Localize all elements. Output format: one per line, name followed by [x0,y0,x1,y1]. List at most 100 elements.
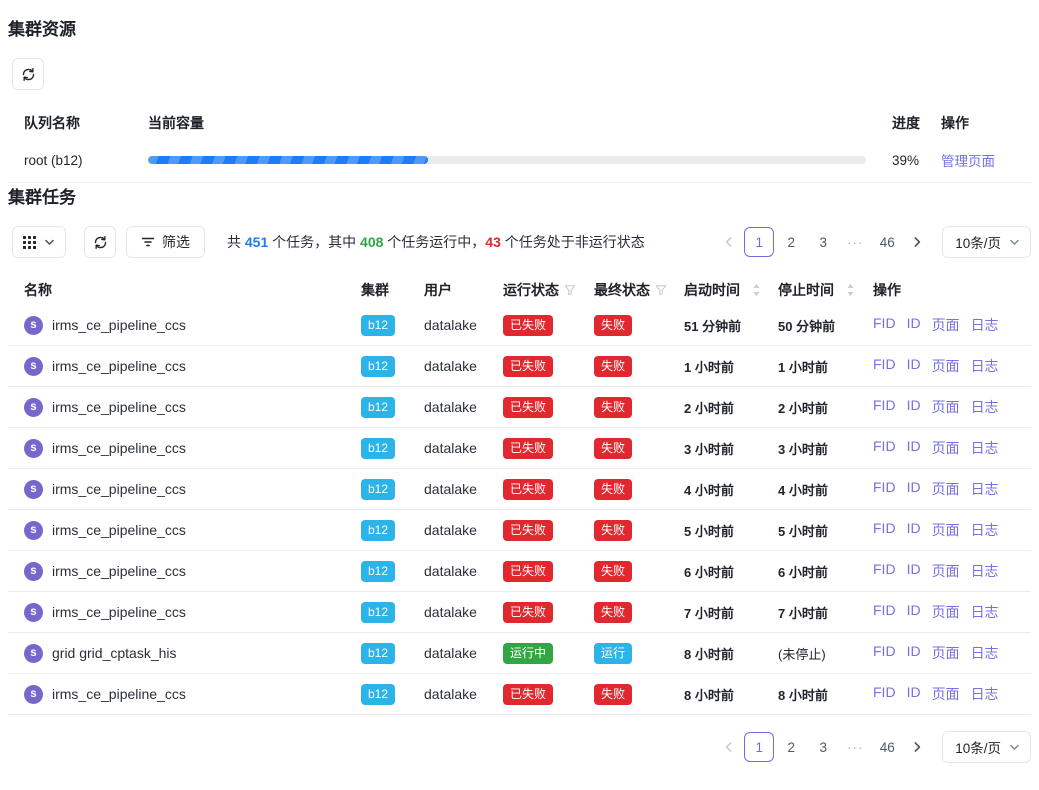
action-link-日志[interactable]: 日志 [971,397,999,417]
capacity-progress-fill [148,156,428,164]
column-header-启动时间[interactable]: 启动时间 [668,280,762,300]
action-link-页面[interactable]: 页面 [932,561,960,581]
action-link-日志[interactable]: 日志 [971,520,999,540]
column-header-名称: 名称 [8,280,345,300]
page-button-46[interactable]: 46 [872,732,902,762]
page-button-3[interactable]: 3 [808,732,838,762]
chevron-down-icon [1009,237,1020,248]
pagination-bottom: 123···4610条/页 [716,731,1031,763]
page-button-1[interactable]: 1 [744,227,774,257]
grid-icon [23,236,36,249]
stop-time: (未停止) [762,644,857,663]
tasks-refresh-button[interactable] [84,226,116,258]
action-link-FID[interactable]: FID [873,315,896,335]
action-link-FID[interactable]: FID [873,643,896,663]
cluster-badge: b12 [361,356,395,377]
capacity-progress-bar [148,156,866,164]
action-link-日志[interactable]: 日志 [971,643,999,663]
action-link-日志[interactable]: 日志 [971,438,999,458]
action-link-FID[interactable]: FID [873,520,896,540]
task-name: irms_ce_pipeline_ccs [52,440,186,456]
action-link-ID[interactable]: ID [907,438,921,458]
column-header-label: 启动时间 [684,280,740,300]
run-status-badge: 已失败 [503,684,553,705]
user-name: datalake [408,604,487,620]
action-link-FID[interactable]: FID [873,438,896,458]
action-link-页面[interactable]: 页面 [932,356,960,376]
filter-button[interactable]: 筛选 [126,226,205,258]
action-link-页面[interactable]: 页面 [932,315,960,335]
action-link-FID[interactable]: FID [873,479,896,499]
cluster-badge: b12 [361,479,395,500]
action-link-FID[interactable]: FID [873,356,896,376]
stop-time: 5 小时前 [762,521,857,540]
final-status-badge: 失败 [594,602,632,623]
action-link-页面[interactable]: 页面 [932,520,960,540]
page-ellipsis: ··· [840,227,870,257]
action-link-ID[interactable]: ID [907,397,921,417]
resources-refresh-button[interactable] [12,58,44,90]
column-layout-button[interactable] [12,226,66,258]
cluster-badge: b12 [361,684,395,705]
action-link-ID[interactable]: ID [907,602,921,622]
action-link-页面[interactable]: 页面 [932,479,960,499]
stop-time: 8 小时前 [762,685,857,704]
action-link-日志[interactable]: 日志 [971,602,999,622]
previous-page-button [716,227,742,257]
action-link-页面[interactable]: 页面 [932,397,960,417]
action-link-页面[interactable]: 页面 [932,602,960,622]
action-link-FID[interactable]: FID [873,561,896,581]
start-time: 8 小时前 [668,644,762,663]
cluster-badge: b12 [361,397,395,418]
action-link-ID[interactable]: ID [907,315,921,335]
action-link-页面[interactable]: 页面 [932,643,960,663]
action-link-日志[interactable]: 日志 [971,315,999,335]
filter-funnel-icon[interactable] [655,284,667,296]
page-button-2[interactable]: 2 [776,732,806,762]
summary-count-green: 408 [360,234,383,250]
action-link-FID[interactable]: FID [873,602,896,622]
filter-funnel-icon[interactable] [564,284,576,296]
page-button-46[interactable]: 46 [872,227,902,257]
column-header-label: 操作 [873,280,901,300]
page-button-3[interactable]: 3 [808,227,838,257]
page-size-select[interactable]: 10条/页 [942,731,1031,763]
final-status-badge: 失败 [594,315,632,336]
action-link-日志[interactable]: 日志 [971,356,999,376]
action-link-ID[interactable]: ID [907,643,921,663]
action-link-页面[interactable]: 页面 [932,438,960,458]
action-link-日志[interactable]: 日志 [971,479,999,499]
column-header-最终状态[interactable]: 最终状态 [578,280,668,300]
start-time: 1 小时前 [668,357,762,376]
next-page-button[interactable] [904,227,930,257]
page-button-1[interactable]: 1 [744,732,774,762]
refresh-icon [21,67,36,82]
manage-page-link[interactable]: 管理页面 [941,154,995,169]
cluster-badge: b12 [361,602,395,623]
queue-table-header: 队列名称 当前容量 进度 操作 [8,107,1031,138]
next-page-button[interactable] [904,732,930,762]
page-size-select[interactable]: 10条/页 [942,226,1031,258]
table-row: s irms_ce_pipeline_ccs b12 datalake 已失败 … [8,469,1031,510]
action-link-ID[interactable]: ID [907,356,921,376]
summary-text: 个任务处于非运行状态 [501,234,645,250]
page-button-2[interactable]: 2 [776,227,806,257]
action-link-日志[interactable]: 日志 [971,684,999,704]
action-link-ID[interactable]: ID [907,684,921,704]
sorter-icon[interactable] [752,283,761,297]
task-name: irms_ce_pipeline_ccs [52,563,186,579]
action-link-FID[interactable]: FID [873,397,896,417]
table-row: s irms_ce_pipeline_ccs b12 datalake 已失败 … [8,510,1031,551]
action-link-页面[interactable]: 页面 [932,684,960,704]
sorter-icon[interactable] [846,283,855,297]
action-link-ID[interactable]: ID [907,561,921,581]
refresh-icon [93,235,108,250]
column-header-运行状态[interactable]: 运行状态 [487,280,578,300]
final-status-badge: 失败 [594,520,632,541]
action-link-FID[interactable]: FID [873,684,896,704]
action-link-ID[interactable]: ID [907,479,921,499]
table-row: s grid grid_cptask_his b12 datalake 运行中 … [8,633,1031,674]
column-header-停止时间[interactable]: 停止时间 [762,280,857,300]
action-link-ID[interactable]: ID [907,520,921,540]
action-link-日志[interactable]: 日志 [971,561,999,581]
